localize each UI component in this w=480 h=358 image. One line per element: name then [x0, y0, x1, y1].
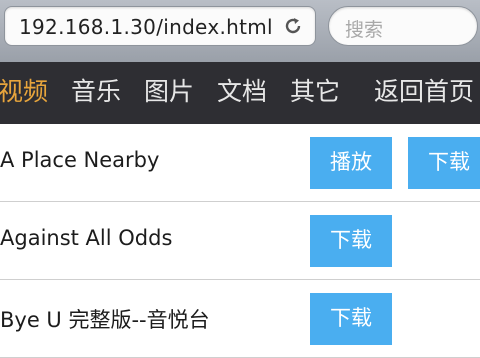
address-bar[interactable]: 192.168.1.30/index.html — [4, 6, 316, 46]
nav-item-other[interactable]: 其它 — [290, 76, 340, 108]
nav-item-documents[interactable]: 文档 — [217, 76, 267, 108]
download-button[interactable]: 下载 — [310, 215, 392, 267]
list-item: Bye U 完整版--音悦台 下载 — [0, 280, 480, 358]
nav-item-music[interactable]: 音乐 — [71, 76, 121, 108]
url-text[interactable]: 192.168.1.30/index.html — [19, 15, 273, 39]
category-nav: 视频 音乐 图片 文档 其它 返回首页 — [0, 62, 480, 124]
item-title: Against All Odds — [0, 226, 173, 250]
item-title: A Place Nearby — [0, 148, 160, 172]
reload-icon[interactable] — [283, 16, 303, 36]
search-input[interactable]: 搜索 — [328, 6, 478, 46]
list-item: A Place Nearby 播放 下载 — [0, 124, 480, 202]
search-placeholder: 搜索 — [345, 19, 384, 41]
nav-item-video[interactable]: 视频 — [0, 76, 48, 108]
download-button[interactable]: 下载 — [310, 293, 392, 345]
nav-item-home[interactable]: 返回首页 — [374, 76, 474, 108]
browser-toolbar: 192.168.1.30/index.html 搜索 — [0, 0, 480, 62]
nav-item-images[interactable]: 图片 — [144, 76, 194, 108]
item-title: Bye U 完整版--音悦台 — [0, 308, 210, 332]
download-button[interactable]: 下载 — [408, 137, 480, 189]
list-item: Against All Odds 下载 — [0, 202, 480, 280]
play-button[interactable]: 播放 — [310, 137, 392, 189]
